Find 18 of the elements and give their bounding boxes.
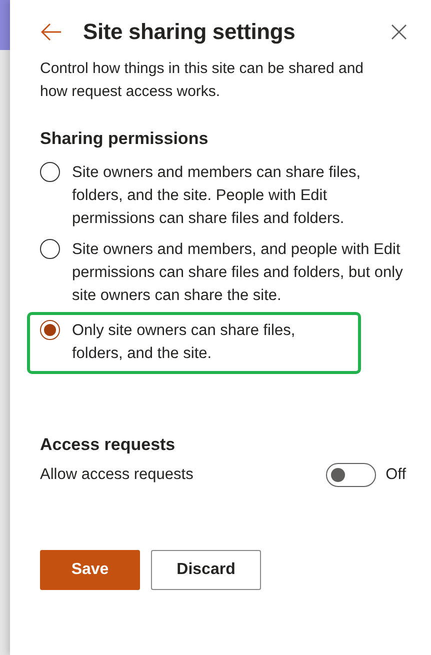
discard-button[interactable]: Discard — [151, 550, 261, 590]
radio-button[interactable] — [40, 320, 60, 340]
section-heading: Sharing permissions — [40, 129, 210, 149]
radio-button[interactable] — [40, 162, 60, 182]
option-label: Only site owners can share files, folders, and the site. — [72, 321, 296, 364]
close-icon[interactable] — [391, 24, 407, 40]
panel-title: Site sharing settings — [83, 19, 296, 45]
section-heading: Access requests — [40, 435, 176, 455]
toggle-switch[interactable] — [326, 463, 376, 487]
radio-option[interactable]: Site owners and members can share files, folders, and the site. People with Edit permissions can share files and folders. — [40, 161, 411, 230]
panel-description: Control how things in this site can be shared and how request access works. — [40, 59, 365, 102]
toggle-state: Off — [386, 466, 406, 484]
highlighted-option[interactable]: Only site owners can share files, folders, and the site. — [30, 315, 358, 371]
toggle-label: Allow access requests — [40, 466, 194, 484]
save-button[interactable]: Save — [40, 550, 140, 590]
back-arrow-icon[interactable] — [40, 21, 62, 43]
radio-button[interactable] — [40, 239, 60, 259]
option-label: Site owners and members can share files, folders, and the site. People with Edit permissions can share files and folders. — [72, 163, 362, 229]
